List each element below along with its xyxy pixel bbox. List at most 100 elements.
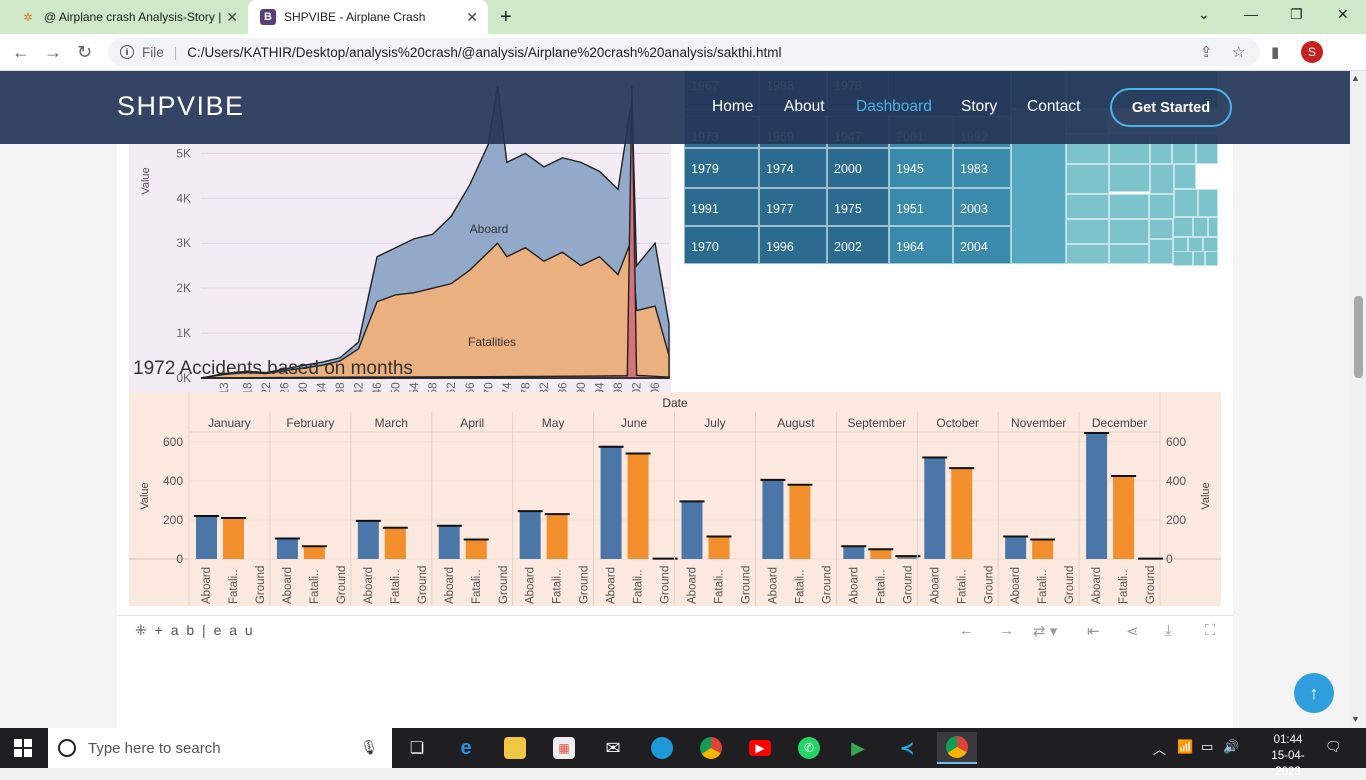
- browser-tab-shpvibe[interactable]: B SHPVIBE - Airplane Crash ✕: [248, 0, 488, 34]
- file-explorer-icon[interactable]: [495, 732, 535, 764]
- treemap-cell[interactable]: 2002: [827, 226, 889, 264]
- browser-tab-story[interactable]: ✲ @ Airplane crash Analysis-Story | ✕: [8, 0, 248, 34]
- task-view-icon[interactable]: ❏: [397, 732, 437, 764]
- treemap-small-cell[interactable]: [1173, 251, 1193, 266]
- treemap-small-cell[interactable]: [1149, 194, 1174, 219]
- restore-icon[interactable]: ❐: [1290, 6, 1303, 23]
- get-started-button[interactable]: Get Started: [1110, 88, 1232, 127]
- treemap-cell[interactable]: 1974: [759, 148, 827, 188]
- wifi-icon[interactable]: 📶: [1177, 739, 1193, 755]
- chrome-profile-icon[interactable]: [937, 732, 977, 764]
- mail-icon[interactable]: ✉: [593, 732, 633, 764]
- share-icon[interactable]: ⋖: [1126, 622, 1139, 640]
- new-tab-icon[interactable]: +: [500, 6, 512, 29]
- taskbar-clock[interactable]: 01:44 15-04-2023: [1260, 732, 1316, 780]
- page-scrollbar[interactable]: [1350, 71, 1366, 728]
- nav-about[interactable]: About: [784, 98, 825, 116]
- treemap-small-cell[interactable]: [1109, 194, 1149, 219]
- notifications-icon[interactable]: 🗨: [1325, 739, 1342, 755]
- treemap-cell[interactable]: 1970: [684, 226, 759, 264]
- tab-search-chevron-icon[interactable]: ⌄: [1198, 6, 1210, 23]
- treemap-small-cell[interactable]: [1173, 217, 1193, 237]
- chrome-icon[interactable]: [691, 732, 731, 764]
- minimize-icon[interactable]: —: [1244, 6, 1258, 22]
- revert-icon[interactable]: ⇄ ▾: [1033, 622, 1057, 640]
- tray-chevron-icon[interactable]: ︿: [1153, 739, 1166, 758]
- treemap-small-cell[interactable]: [1174, 164, 1196, 189]
- treemap-small-cell[interactable]: [1193, 217, 1208, 237]
- close-tab-icon[interactable]: ✕: [226, 9, 238, 26]
- redo-icon[interactable]: →: [999, 622, 1014, 639]
- treemap-cell[interactable]: 1975: [827, 188, 889, 226]
- treemap-small-cell[interactable]: [1203, 237, 1218, 252]
- scroll-up-icon[interactable]: ▲: [1351, 73, 1360, 83]
- download-icon[interactable]: ⤓: [1165, 622, 1172, 639]
- store-icon[interactable]: ▦: [544, 732, 584, 764]
- taskbar-search[interactable]: Type here to search 🎙: [48, 728, 392, 768]
- back-arrow-icon[interactable]: ←: [12, 42, 30, 63]
- scrollbar-thumb[interactable]: [1354, 296, 1363, 378]
- volume-icon[interactable]: 🔊: [1223, 739, 1239, 755]
- reload-icon[interactable]: ↻: [77, 42, 92, 63]
- treemap-small-cell[interactable]: [1109, 219, 1149, 244]
- play-store-icon[interactable]: ▶: [838, 732, 878, 764]
- treemap-small-cell[interactable]: [1188, 237, 1203, 252]
- url-text[interactable]: C:/Users/KATHIR/Desktop/analysis%20crash…: [187, 45, 781, 60]
- edge-icon[interactable]: [642, 732, 682, 764]
- forward-arrow-icon[interactable]: →: [44, 42, 62, 63]
- treemap-small-cell[interactable]: [1149, 219, 1173, 239]
- treemap-cell[interactable]: 2003: [953, 188, 1011, 226]
- search-placeholder: Type here to search: [88, 739, 221, 757]
- treemap-cell[interactable]: 1996: [759, 226, 827, 264]
- treemap-small-cell[interactable]: [1066, 219, 1109, 244]
- treemap-cell[interactable]: 1977: [759, 188, 827, 226]
- treemap-small-cell[interactable]: [1109, 164, 1150, 192]
- treemap-small-cell[interactable]: [1109, 244, 1149, 264]
- side-panel-icon[interactable]: ▮: [1271, 43, 1279, 61]
- treemap-cell[interactable]: 1964: [889, 226, 953, 264]
- undo-icon[interactable]: ←: [959, 622, 974, 639]
- share-icon[interactable]: ⇪: [1200, 43, 1213, 61]
- vscode-icon[interactable]: ≺: [887, 732, 927, 764]
- treemap-small-cell[interactable]: [1208, 217, 1218, 237]
- close-window-icon[interactable]: ✕: [1337, 6, 1349, 23]
- treemap-cell[interactable]: 1983: [953, 148, 1011, 188]
- treemap-small-cell[interactable]: [1173, 237, 1188, 252]
- nav-home[interactable]: Home: [712, 98, 753, 116]
- back-to-top-button[interactable]: ↑: [1294, 673, 1334, 713]
- nav-story[interactable]: Story: [961, 98, 997, 116]
- treemap-small-cell[interactable]: [1174, 189, 1198, 217]
- nav-dashboard[interactable]: Dashboard: [856, 98, 932, 116]
- treemap-small-cell[interactable]: [1066, 194, 1109, 219]
- brand-logo[interactable]: SHPVIBE: [117, 91, 245, 122]
- microphone-icon[interactable]: 🎙: [360, 739, 378, 756]
- treemap-cell[interactable]: 1991: [684, 188, 759, 226]
- treemap-small-cell[interactable]: [1198, 189, 1218, 217]
- bookmark-star-icon[interactable]: ☆: [1232, 43, 1245, 61]
- treemap-cell[interactable]: 1951: [889, 188, 953, 226]
- battery-icon[interactable]: ▭: [1201, 739, 1213, 755]
- close-tab-icon[interactable]: ✕: [466, 9, 478, 26]
- treemap-cell[interactable]: 1945: [889, 148, 953, 188]
- treemap-cell[interactable]: 2000: [827, 148, 889, 188]
- nav-contact[interactable]: Contact: [1027, 98, 1080, 116]
- youtube-icon[interactable]: ▶: [740, 732, 780, 764]
- reset-icon[interactable]: ⇤: [1087, 622, 1100, 640]
- address-bar[interactable]: i File | C:/Users/KATHIR/Desktop/analysi…: [108, 38, 1260, 66]
- scroll-down-icon[interactable]: ▼: [1351, 714, 1360, 724]
- treemap-small-cell[interactable]: [1066, 164, 1109, 194]
- treemap-small-cell[interactable]: [1149, 239, 1173, 264]
- treemap-cell[interactable]: 1979: [684, 148, 759, 188]
- treemap-small-cell[interactable]: [1066, 244, 1109, 264]
- treemap-cell[interactable]: 2004: [953, 226, 1011, 264]
- bar-fatalities: [384, 527, 406, 559]
- treemap-small-cell[interactable]: [1150, 164, 1174, 194]
- fullscreen-icon[interactable]: ⛶: [1205, 622, 1216, 639]
- whatsapp-icon[interactable]: ✆: [789, 732, 829, 764]
- edge-legacy-icon[interactable]: e: [446, 732, 486, 764]
- profile-avatar[interactable]: S: [1301, 41, 1323, 63]
- windows-start-icon[interactable]: [14, 739, 32, 757]
- treemap-small-cell[interactable]: [1205, 251, 1218, 266]
- info-icon[interactable]: i: [120, 45, 134, 59]
- treemap-small-cell[interactable]: [1193, 251, 1205, 266]
